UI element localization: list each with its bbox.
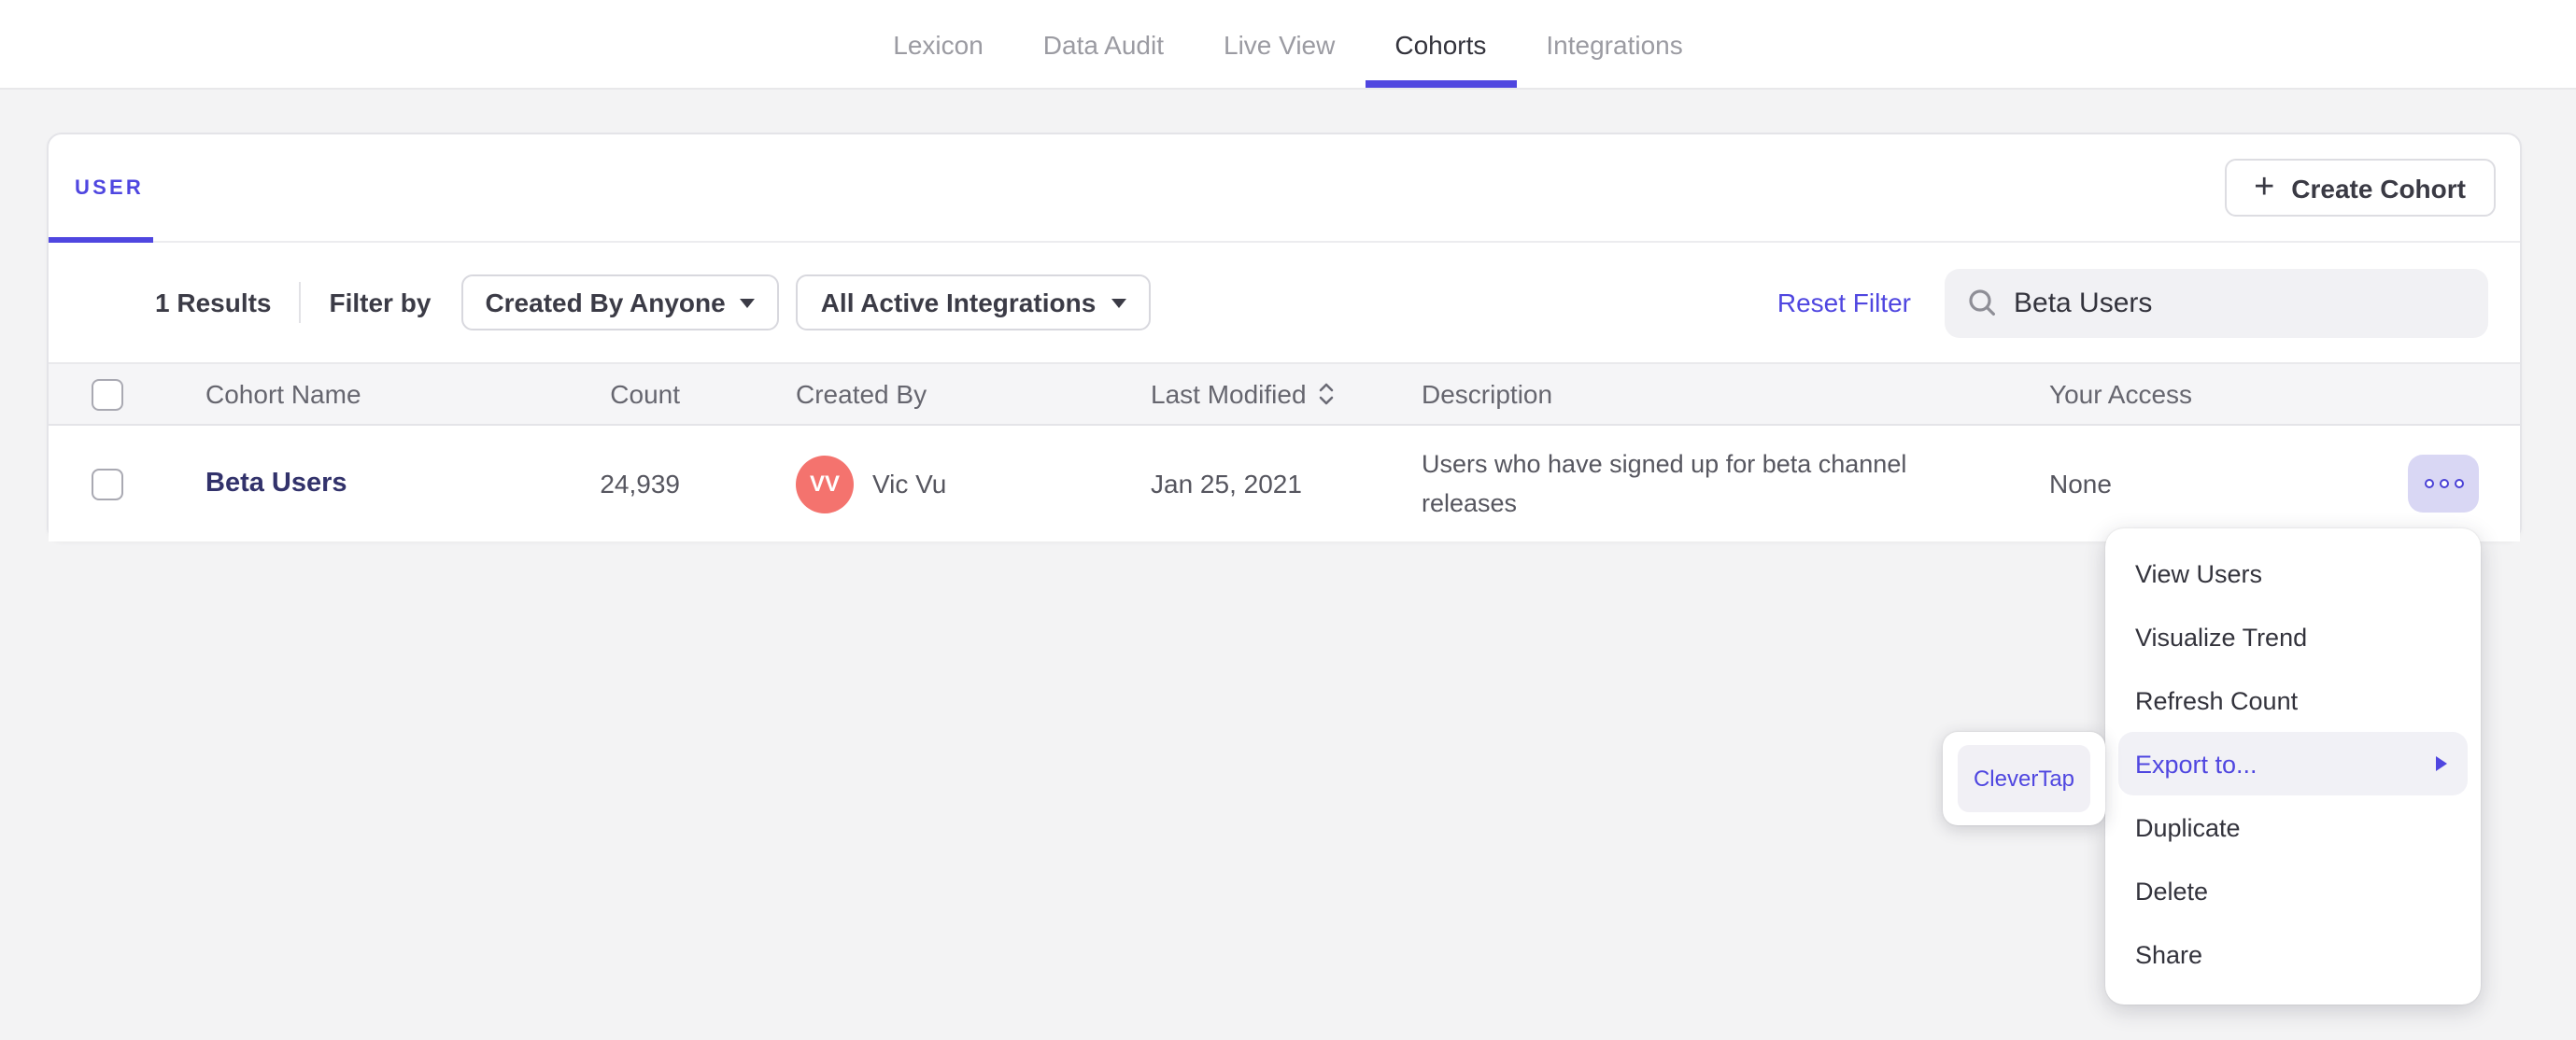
last-modified-label: Last Modified [1151,379,1307,409]
create-cohort-label: Create Cohort [2291,173,2466,203]
header-your-access: Your Access [2049,379,2193,409]
header-last-modified[interactable]: Last Modified [1151,364,1337,424]
table-row: Beta Users 24,939 VV Vic Vu Jan 25, 2021… [49,426,2520,541]
select-all-checkbox[interactable] [92,378,123,410]
menu-item-view-users[interactable]: View Users [2105,541,2481,605]
access-cell: None [2049,469,2112,499]
caret-down-icon [740,298,756,307]
tab-active-underline [49,237,153,243]
caret-down-icon [1111,298,1126,307]
header-checkbox-cell [92,364,123,424]
nav-item-cohorts[interactable]: Cohorts [1365,0,1517,88]
row-actions-menu: View Users Visualize Trend Refresh Count… [2105,528,2481,1005]
results-count: 1 Results [155,288,272,317]
count-cell: 24,939 [600,469,680,499]
created-by-dropdown-label: Created By Anyone [485,288,726,317]
submenu-item-clevertap[interactable]: CleverTap [1958,745,2090,812]
cohorts-panel: USER + Create Cohort 1 Results Filter by… [47,133,2522,541]
row-checkbox[interactable] [92,468,123,499]
nav-item-lexicon[interactable]: Lexicon [863,0,1013,88]
reset-filter-link[interactable]: Reset Filter [1777,288,1911,317]
last-modified-cell: Jan 25, 2021 [1151,469,1302,499]
header-created-by: Created By [796,379,927,409]
row-checkbox-cell [92,426,123,541]
header-description: Description [1422,379,1553,409]
search-box[interactable] [1945,268,2488,337]
menu-item-refresh-count[interactable]: Refresh Count [2105,668,2481,732]
top-nav: Lexicon Data Audit Live View Cohorts Int… [0,0,2576,90]
export-to-label: Export to... [2135,750,2258,778]
filter-bar: 1 Results Filter by Created By Anyone Al… [49,243,2520,362]
panel-tab-bar: USER + Create Cohort [49,134,2520,243]
cohorts-page: Lexicon Data Audit Live View Cohorts Int… [0,0,2576,1040]
row-actions-button[interactable] [2408,455,2479,513]
search-icon [1969,289,1995,316]
header-cohort-name: Cohort Name [205,379,361,409]
dot-icon [2424,479,2433,488]
creator-name: Vic Vu [872,469,947,499]
filter-by-label: Filter by [329,288,432,317]
integrations-dropdown[interactable]: All Active Integrations [796,274,1151,330]
plus-icon: + [2254,168,2275,207]
menu-item-duplicate[interactable]: Duplicate [2105,795,2481,859]
tab-user[interactable]: USER [75,176,144,199]
table-header: Cohort Name Count Created By Last Modifi… [49,362,2520,426]
header-count: Count [610,379,680,409]
menu-item-share[interactable]: Share [2105,922,2481,986]
dot-icon [2439,479,2448,488]
sort-icon[interactable] [1318,381,1337,407]
search-input[interactable] [2014,287,2466,318]
created-by-dropdown[interactable]: Created By Anyone [460,274,780,330]
export-submenu: CleverTap [1943,732,2105,825]
menu-item-delete[interactable]: Delete [2105,859,2481,922]
submenu-arrow-icon [2436,756,2447,771]
nav-item-live-view[interactable]: Live View [1194,0,1365,88]
vertical-divider [299,282,302,323]
description-cell: Users who have signed up for beta channe… [1422,426,1922,541]
menu-item-visualize-trend[interactable]: Visualize Trend [2105,605,2481,668]
menu-item-export-to[interactable]: Export to... [2118,732,2468,795]
avatar: VV [796,455,854,513]
integrations-dropdown-label: All Active Integrations [820,288,1097,317]
nav-item-data-audit[interactable]: Data Audit [1013,0,1194,88]
created-by-cell: VV Vic Vu [796,426,946,541]
description-text: Users who have signed up for beta channe… [1422,450,1907,517]
create-cohort-button[interactable]: + Create Cohort [2224,159,2496,217]
nav-item-integrations[interactable]: Integrations [1516,0,1712,88]
dot-icon [2454,479,2463,488]
cohort-name-cell: Beta Users [205,426,347,541]
cohort-name-link[interactable]: Beta Users [205,469,347,499]
